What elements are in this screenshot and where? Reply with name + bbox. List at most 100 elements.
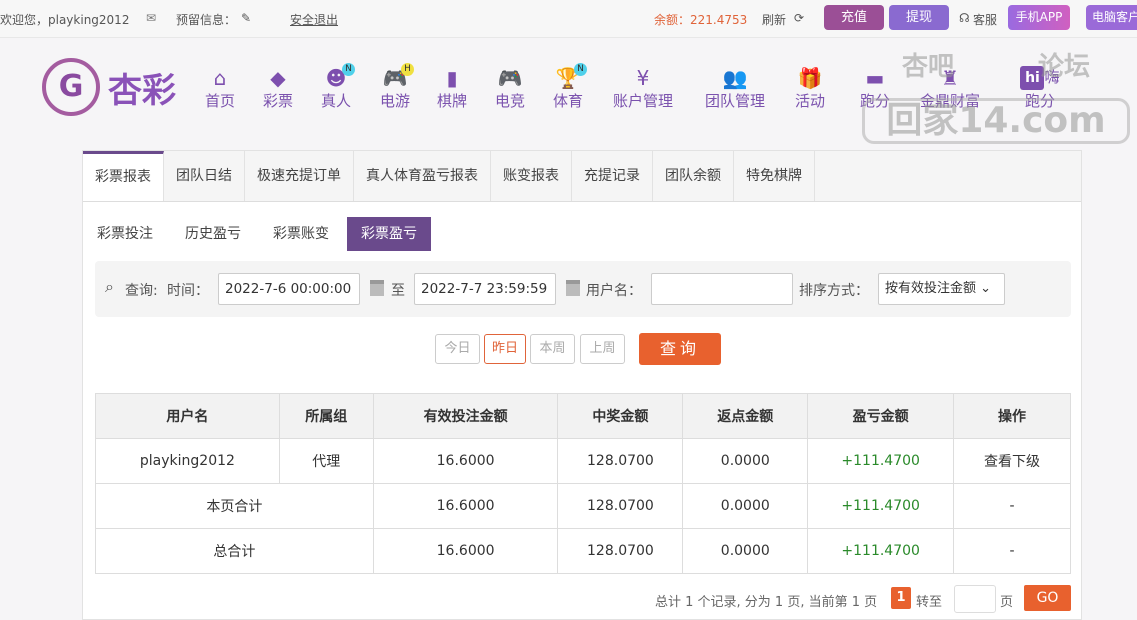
tab-account-changes[interactable]: 账变报表 (491, 151, 572, 201)
nav-item-2[interactable]: ☻ N 真人 (321, 63, 355, 111)
cell-profit: +111.4700 (807, 438, 955, 484)
edit-icon[interactable]: ✎ (241, 11, 251, 25)
cell-action: - (953, 528, 1071, 574)
subtotal-label: 本页合计 (95, 483, 374, 529)
nav-badge: H (401, 63, 414, 76)
last-week-button[interactable]: 上周 (580, 334, 625, 364)
watermark-text: 回家14.com (862, 98, 1130, 144)
logout-link[interactable]: 安全退出 (290, 11, 338, 28)
nav-label: 真人 (321, 92, 352, 110)
mobile-app-button[interactable]: 手机APP (1008, 5, 1070, 30)
logo-mark: G (42, 58, 100, 116)
cell-profit: +111.4700 (807, 483, 955, 529)
nav-item-1[interactable]: ◆ 彩票 (263, 66, 293, 111)
welcome-text: 欢迎您，playking2012 (0, 13, 130, 27)
username-label: 用户名： (586, 283, 642, 299)
nav-badge: N (342, 63, 355, 76)
cell-valid-bet: 16.6000 (372, 438, 559, 484)
watermark-text: 论坛 (1038, 52, 1091, 82)
nav-item-3[interactable]: 🎮 H 电游 (380, 63, 414, 111)
pc-client-button[interactable]: 电脑客户 (1086, 5, 1137, 30)
calendar-icon[interactable] (370, 280, 384, 296)
yesterday-button[interactable]: 昨日 (484, 334, 526, 364)
table-row: playking2012 代理 16.6000 128.0700 0.0000 … (95, 438, 1071, 484)
mail-icon[interactable]: ✉ (146, 11, 156, 25)
tab-fast-orders[interactable]: 极速充提订单 (245, 151, 354, 201)
logo-text: 杏彩 (108, 70, 176, 111)
nav-label: 电游 (380, 92, 411, 110)
cell-win: 128.0700 (557, 483, 684, 529)
withdraw-button[interactable]: 提现 (889, 5, 949, 30)
nav-label: 棋牌 (437, 92, 468, 110)
nav-item-0[interactable]: ⌂ 首页 (205, 66, 235, 111)
watermark-text: 杏吧 (902, 52, 955, 82)
tab-deposit-withdraw[interactable]: 充提记录 (572, 151, 653, 201)
tab-team-balance[interactable]: 团队余额 (653, 151, 734, 201)
nav-label: 团队管理 (705, 92, 766, 110)
cell-valid-bet: 16.6000 (372, 528, 559, 574)
col-username: 用户名 (95, 393, 280, 439)
cell-rebate: 0.0000 (682, 483, 809, 529)
cell-username: playking2012 (95, 438, 280, 484)
report-tabs: 彩票报表 团队日结 极速充提订单 真人体育盈亏报表 账变报表 充提记录 团队余额… (83, 151, 1081, 202)
tab-live-sports-report[interactable]: 真人体育盈亏报表 (354, 151, 491, 201)
nav-icon: ▮ (446, 66, 458, 90)
sub-tabs: 彩票投注 历史盈亏 彩票账变 彩票盈亏 (83, 217, 435, 251)
query-button[interactable]: 查询 (639, 333, 721, 365)
subtab-lottery-bets[interactable]: 彩票投注 (83, 217, 167, 251)
nav-label: 体育 (553, 92, 584, 110)
query-label: 查询: (125, 283, 158, 299)
cell-action: - (953, 483, 1071, 529)
subtab-lottery-changes[interactable]: 彩票账变 (259, 217, 343, 251)
nav-label: 活动 (795, 92, 826, 110)
tab-team-daily[interactable]: 团队日结 (164, 151, 245, 201)
nav-item-8[interactable]: 👥 团队管理 (705, 66, 765, 111)
deposit-button[interactable]: 充值 (824, 5, 884, 30)
sort-label: 排序方式： (799, 283, 869, 299)
cell-valid-bet: 16.6000 (372, 483, 559, 529)
nav-item-9[interactable]: 🎁 活动 (795, 66, 825, 111)
nav-badge: N (574, 63, 587, 76)
cell-win: 128.0700 (557, 438, 684, 484)
reserved-info-label: 预留信息： (176, 13, 237, 27)
sort-select[interactable]: 按有效投注金额 ⌄ (878, 273, 1005, 305)
subtab-lottery-pl[interactable]: 彩票盈亏 (347, 217, 431, 251)
service-icon[interactable]: ☊ (959, 11, 970, 25)
total-row: 总合计 16.6000 128.0700 0.0000 +111.4700 - (95, 528, 1071, 574)
nav-label: 账户管理 (613, 92, 674, 110)
to-label: 至 (391, 283, 405, 299)
current-page[interactable]: 1 (891, 587, 911, 609)
table-header: 用户名 所属组 有效投注金额 中奖金额 返点金额 盈亏金额 操作 (95, 393, 1071, 439)
report-table: 用户名 所属组 有效投注金额 中奖金额 返点金额 盈亏金额 操作 playkin… (95, 393, 1071, 574)
calendar-icon[interactable] (566, 280, 580, 296)
nav-item-6[interactable]: 🏆 N 体育 (553, 63, 587, 111)
cell-profit: +111.4700 (807, 528, 955, 574)
today-button[interactable]: 今日 (435, 334, 480, 364)
report-panel: 彩票报表 团队日结 极速充提订单 真人体育盈亏报表 账变报表 充提记录 团队余额… (82, 150, 1082, 620)
search-icon: ⌕ (105, 277, 114, 296)
start-time-input[interactable]: 2022-7-6 00:00:00 (218, 273, 360, 305)
go-button[interactable]: GO (1024, 585, 1071, 611)
search-bar: ⌕ 查询: 时间： 2022-7-6 00:00:00 至 2022-7-7 2… (95, 261, 1071, 317)
refresh-icon[interactable]: ⟳ (794, 11, 804, 25)
col-action: 操作 (953, 393, 1071, 439)
goto-page-input[interactable] (954, 585, 996, 613)
view-subordinates-link[interactable]: 查看下级 (953, 438, 1071, 484)
refresh-label[interactable]: 刷新 (762, 11, 786, 28)
username-input[interactable] (651, 273, 793, 305)
cell-group: 代理 (278, 438, 374, 484)
logo[interactable]: G 杏彩 (42, 58, 176, 116)
end-time-input[interactable]: 2022-7-7 23:59:59 (414, 273, 556, 305)
nav-item-7[interactable]: ¥ 账户管理 (613, 66, 673, 111)
tab-lottery-report[interactable]: 彩票报表 (83, 151, 164, 201)
col-rebate: 返点金额 (682, 393, 809, 439)
subtab-history-pl[interactable]: 历史盈亏 (171, 217, 255, 251)
pager-summary: 总计 1 个记录, 分为 1 页, 当前第 1 页 (655, 595, 878, 610)
service-link[interactable]: 客服 (973, 11, 997, 28)
tab-special-chess[interactable]: 特免棋牌 (734, 151, 815, 201)
col-group: 所属组 (278, 393, 374, 439)
nav-item-5[interactable]: 🎮 电竞 (495, 66, 525, 111)
nav-icon: 🎮 (497, 66, 523, 90)
this-week-button[interactable]: 本周 (530, 334, 575, 364)
nav-item-4[interactable]: ▮ 棋牌 (437, 66, 467, 111)
